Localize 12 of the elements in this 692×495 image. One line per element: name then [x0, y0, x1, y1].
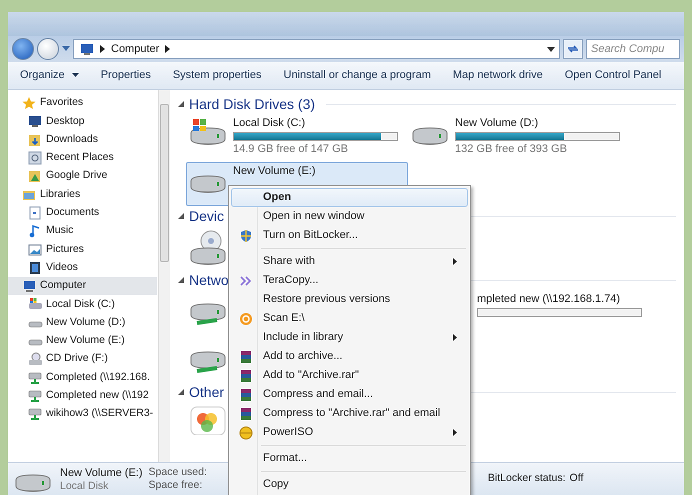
drive-name: mpleted new (\\192.168.1.74): [477, 293, 622, 306]
detail-label: Space used:: [148, 466, 207, 479]
drive-name: New Volume (E:): [233, 165, 316, 178]
drive-type: Local Disk: [60, 480, 110, 492]
drive-name: New Volume (D:): [455, 117, 540, 130]
detail-label: BitLocker status:: [488, 471, 566, 486]
drive-name: New Volume (E:): [60, 466, 143, 480]
free-space-text: 14.9 GB free of 147 GB: [233, 143, 349, 155]
detail-label: Space free:: [148, 479, 204, 492]
drive-name: Local Disk (C:): [233, 117, 306, 130]
detail-value: Off: [570, 471, 584, 486]
free-space-text: 132 GB free of 393 GB: [455, 143, 568, 155]
